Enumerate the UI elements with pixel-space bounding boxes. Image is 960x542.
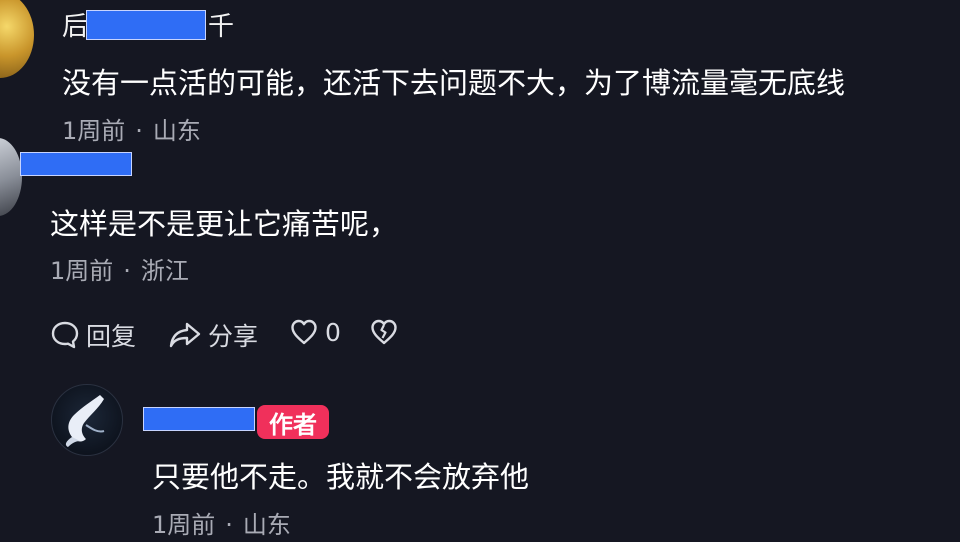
- comment-time-3: 1周前: [152, 511, 216, 539]
- comment-meta-3: 1周前 · 山东: [152, 505, 291, 540]
- dislike-button[interactable]: [369, 317, 399, 347]
- author-badge: 作者: [257, 405, 329, 439]
- comment-time-1: 1周前: [62, 117, 126, 145]
- comment-text-2: 这样是不是更让它痛苦呢，: [50, 207, 399, 241]
- comment-meta-1: 1周前 · 山东: [62, 111, 201, 146]
- comment-location-1: 山东: [152, 117, 201, 145]
- comment-location-3: 山东: [242, 511, 291, 539]
- like-count: 0: [325, 317, 341, 347]
- redacted-author-name: [20, 152, 132, 176]
- comment-bubble-icon: [51, 321, 79, 349]
- reply-button[interactable]: 回复: [50, 317, 136, 353]
- meta-separator: ·: [135, 117, 143, 145]
- avatar-comment-1[interactable]: [0, 0, 34, 78]
- reply-label: 回复: [86, 322, 137, 351]
- author-name-visible-end: 千: [208, 12, 235, 42]
- heart-icon: [291, 319, 317, 345]
- meta-separator: ·: [225, 511, 233, 539]
- comment-time-2: 1周前: [50, 257, 114, 285]
- broken-heart-icon: [371, 319, 397, 345]
- author-name-comment-1[interactable]: 后: [62, 6, 88, 43]
- redacted-author-name: [86, 10, 206, 40]
- share-label: 分享: [208, 322, 259, 351]
- comment-meta-2: 1周前 · 浙江: [50, 251, 189, 286]
- redacted-author-name: [143, 407, 255, 431]
- share-arrow-icon: [169, 322, 201, 348]
- comment-text-1: 没有一点活的可能，还活下去问题不大，为了博流量毫无底线: [62, 66, 846, 100]
- author-name-visible-start: 后: [62, 12, 89, 42]
- share-button[interactable]: 分享: [168, 317, 258, 353]
- comment-text-3: 只要他不走。我就不会放弃他: [152, 460, 530, 494]
- like-button[interactable]: 0: [289, 317, 341, 347]
- comment-location-2: 浙江: [140, 257, 189, 285]
- avatar-comment-3[interactable]: [51, 384, 123, 456]
- meta-separator: ·: [123, 257, 131, 285]
- avatar-comment-2[interactable]: [0, 138, 22, 216]
- avatar-fish-image: [65, 395, 105, 447]
